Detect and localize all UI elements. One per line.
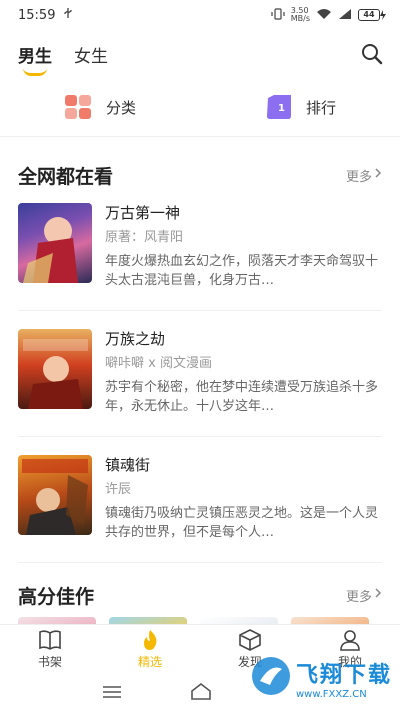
quick-links: 分类 1 排行 xyxy=(0,78,400,137)
divider xyxy=(18,436,382,437)
more-link[interactable]: 更多 xyxy=(346,586,382,605)
wifi-icon xyxy=(316,8,332,22)
cube-icon xyxy=(238,629,262,651)
top-tabs: 男生 女生 xyxy=(0,30,400,78)
book-cover xyxy=(18,203,92,283)
book-title: 万族之劫 xyxy=(105,330,166,348)
category-grid-icon xyxy=(64,94,92,120)
nav-bookshelf[interactable]: 书架 xyxy=(0,625,100,673)
nav-featured[interactable]: 精选 xyxy=(100,625,200,673)
home-icon[interactable] xyxy=(190,682,212,704)
book-description: 苏宇有个秘密，他在梦中连续遭受万族追杀十多年，永无休止。十八岁这年… xyxy=(105,380,379,414)
net-speed: 3.50 MB/s xyxy=(290,6,310,23)
user-icon xyxy=(338,629,362,651)
svg-text:1: 1 xyxy=(278,103,285,114)
category-button[interactable]: 分类 xyxy=(0,94,200,120)
divider xyxy=(18,310,382,311)
battery-level: 44 xyxy=(358,9,380,21)
ranking-label: 排行 xyxy=(305,98,336,117)
signal-icon xyxy=(338,8,352,22)
watermark: 飞翔下载 www.FXXZ.CN xyxy=(250,650,400,706)
ranking-icon: 1 xyxy=(264,94,292,120)
watermark-url: www.FXXZ.CN xyxy=(296,688,367,700)
section-title: 全网都在看 xyxy=(18,165,114,188)
book-item[interactable]: 万古第一神 原著：风青阳 年度火爆热血玄幻之作，陨落天才李天命驾驭十头太古混沌巨… xyxy=(0,197,400,303)
tab-female[interactable]: 女生 xyxy=(74,42,108,67)
section-title: 高分佳作 xyxy=(18,585,95,608)
status-bar: 15:59 3.50 MB/s 44 xyxy=(0,0,400,30)
book-description: 镇魂街乃吸纳亡灵镇压恶灵之地。这是一个人灵共存的世界，但不是每个人… xyxy=(105,506,379,540)
book-cover xyxy=(18,455,92,535)
book-item[interactable]: 万族之劫 噼咔噼 x 阅文漫画 苏宇有个秘密，他在梦中连续遭受万族追杀十多年，永… xyxy=(0,323,400,429)
status-time: 15:59 xyxy=(18,7,56,23)
ranking-button[interactable]: 1 排行 xyxy=(200,94,400,120)
book-icon xyxy=(38,629,62,651)
more-label: 更多 xyxy=(345,169,372,185)
book-description: 年度火爆热血玄幻之作，陨落天才李天命驾驭十头太古混沌巨兽，化身万古… xyxy=(105,254,379,288)
top-picks-section-header: 高分佳作 更多 xyxy=(0,573,400,617)
tab-male[interactable]: 男生 xyxy=(18,42,52,67)
more-label: 更多 xyxy=(345,589,372,605)
nav-label: 书架 xyxy=(37,655,62,669)
usb-icon xyxy=(63,7,73,23)
category-label: 分类 xyxy=(105,98,136,117)
battery-icon: 44 xyxy=(358,9,386,21)
watermark-text: 飞翔下载 xyxy=(296,662,393,688)
more-link[interactable]: 更多 xyxy=(346,166,382,185)
vibrate-icon xyxy=(271,8,285,22)
book-item[interactable]: 镇魂街 许辰 镇魂街乃吸纳亡灵镇压恶灵之地。这是一个人灵共存的世界，但不是每个人… xyxy=(0,449,400,555)
flame-icon xyxy=(138,629,162,651)
book-title: 镇魂街 xyxy=(105,456,151,474)
book-cover xyxy=(18,329,92,409)
book-title: 万古第一神 xyxy=(105,204,181,222)
book-author: 原著：风青阳 xyxy=(105,230,184,245)
chevron-right-icon xyxy=(374,587,382,603)
chevron-right-icon xyxy=(374,167,382,183)
divider xyxy=(18,562,382,563)
search-icon[interactable] xyxy=(360,42,384,66)
trending-section-header: 全网都在看 更多 xyxy=(0,153,400,197)
menu-icon[interactable] xyxy=(102,684,122,703)
book-author: 噼咔噼 x 阅文漫画 xyxy=(105,356,212,371)
book-author: 许辰 xyxy=(105,482,132,497)
nav-label: 精选 xyxy=(137,655,162,669)
watermark-logo-icon xyxy=(250,655,292,701)
